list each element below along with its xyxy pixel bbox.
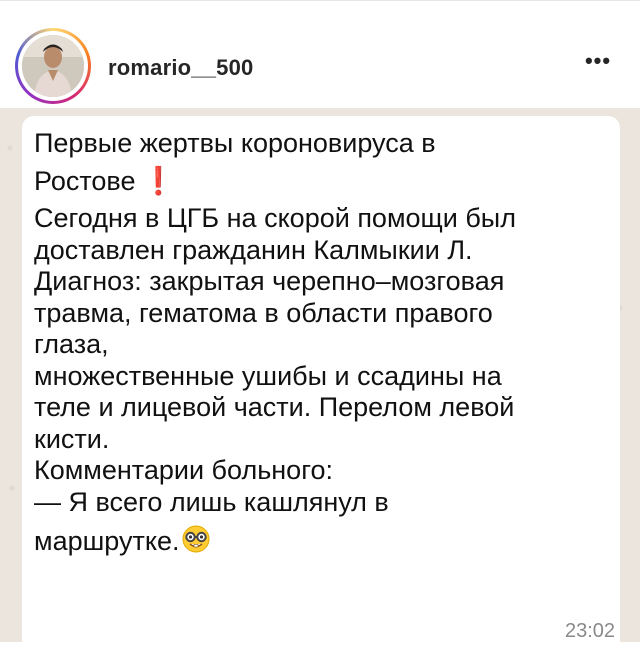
- message-line: Диагноз: закрытая черепно–мозговая: [34, 266, 505, 296]
- post-header: romario__500 •••: [0, 0, 640, 109]
- message-line: маршрутке.: [34, 524, 614, 558]
- message-text: Первые жертвы короновируса в Ростове ❗ Се…: [34, 128, 614, 558]
- message-time: 23:02: [565, 620, 616, 642]
- message-line: травма, гематома в области правого: [34, 297, 493, 328]
- message-line-text: маршрутке.: [34, 526, 180, 556]
- message-line: кисти.: [34, 423, 110, 454]
- exclamation-icon: ❗: [141, 165, 176, 196]
- message-line: Комментарии больного:: [34, 455, 333, 485]
- message-line: доставлен гражданин Калмыкии Л.: [34, 234, 473, 265]
- message-line: — Я всего лишь кашлянул в: [34, 486, 389, 517]
- message-line-text: Ростове: [34, 165, 136, 196]
- nerd-face-icon: [181, 524, 211, 554]
- message-line: Сегодня в ЦГБ на скорой помощи был: [34, 203, 516, 233]
- message-line: глаза,: [34, 329, 109, 359]
- more-options-button[interactable]: •••: [578, 50, 618, 79]
- story-ring[interactable]: [15, 28, 91, 104]
- avatar[interactable]: [22, 35, 84, 97]
- message-line: Первые жертвы короновируса в: [34, 128, 436, 158]
- message-line: Ростове ❗: [34, 166, 614, 198]
- username[interactable]: romario__500: [108, 55, 254, 81]
- message-line: теле и лицевой части. Перелом левой: [34, 392, 515, 422]
- message-line: множественные ушибы и ссадины на: [34, 360, 502, 391]
